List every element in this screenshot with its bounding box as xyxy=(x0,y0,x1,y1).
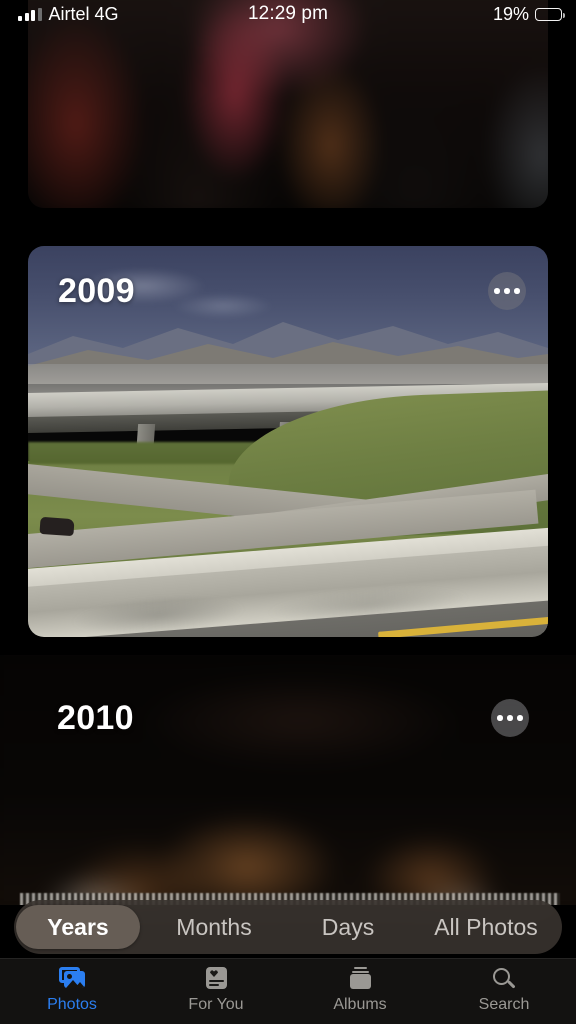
ellipsis-dot xyxy=(514,288,520,294)
car xyxy=(39,516,75,537)
search-icon xyxy=(489,966,519,992)
status-bar-right: 19% xyxy=(492,3,565,25)
ellipsis-dot xyxy=(494,288,500,294)
segment-years[interactable]: Years xyxy=(16,905,140,949)
tab-label-for-you: For You xyxy=(188,996,244,1013)
status-bar-left: Airtel 4G xyxy=(18,4,119,25)
year-label-2009: 2009 xyxy=(58,272,135,310)
battery-low-icon xyxy=(535,7,565,21)
tab-label-search: Search xyxy=(478,996,530,1013)
signal-bars-icon xyxy=(18,7,42,21)
years-scroll-view[interactable]: 2009 2010 xyxy=(0,0,576,1024)
ellipsis-dot xyxy=(504,288,510,294)
tab-label-photos: Photos xyxy=(47,996,97,1013)
year-card-top-partial[interactable] xyxy=(28,0,548,208)
tab-photos[interactable]: Photos xyxy=(0,959,144,1014)
segment-all-photos[interactable]: All Photos xyxy=(412,905,560,949)
tab-for-you[interactable]: For You xyxy=(144,959,288,1014)
tab-bar: Photos For You Albums Search xyxy=(0,958,576,1024)
segment-days[interactable]: Days xyxy=(288,905,408,949)
segment-months[interactable]: Months xyxy=(144,905,284,949)
year-card-2009[interactable]: 2009 xyxy=(28,246,548,637)
status-bar: Airtel 4G 12:29 pm 19% xyxy=(0,0,576,28)
card-2010-photo xyxy=(0,655,576,905)
timeline-segmented-control[interactable]: Years Months Days All Photos xyxy=(14,900,562,954)
ellipsis-dot xyxy=(497,715,503,721)
albums-icon xyxy=(345,966,375,992)
year-label-2010: 2010 xyxy=(57,699,134,737)
tab-search[interactable]: Search xyxy=(432,959,576,1014)
more-options-button-2009[interactable] xyxy=(488,272,526,310)
phone-screen: 2009 2010 Airtel 4G 12:29 pm 19% Years M… xyxy=(0,0,576,1024)
tab-albums[interactable]: Albums xyxy=(288,959,432,1014)
for-you-icon xyxy=(201,966,231,992)
year-card-2010[interactable]: 2010 xyxy=(0,655,576,905)
battery-percent-label: 19% xyxy=(492,3,529,24)
ellipsis-dot xyxy=(517,715,523,721)
photos-icon xyxy=(57,966,87,992)
tab-label-albums: Albums xyxy=(333,996,387,1013)
more-options-button-2010[interactable] xyxy=(491,699,529,737)
ellipsis-dot xyxy=(507,715,513,721)
carrier-label: Airtel 4G xyxy=(48,3,119,24)
card-top-photo xyxy=(28,0,548,208)
